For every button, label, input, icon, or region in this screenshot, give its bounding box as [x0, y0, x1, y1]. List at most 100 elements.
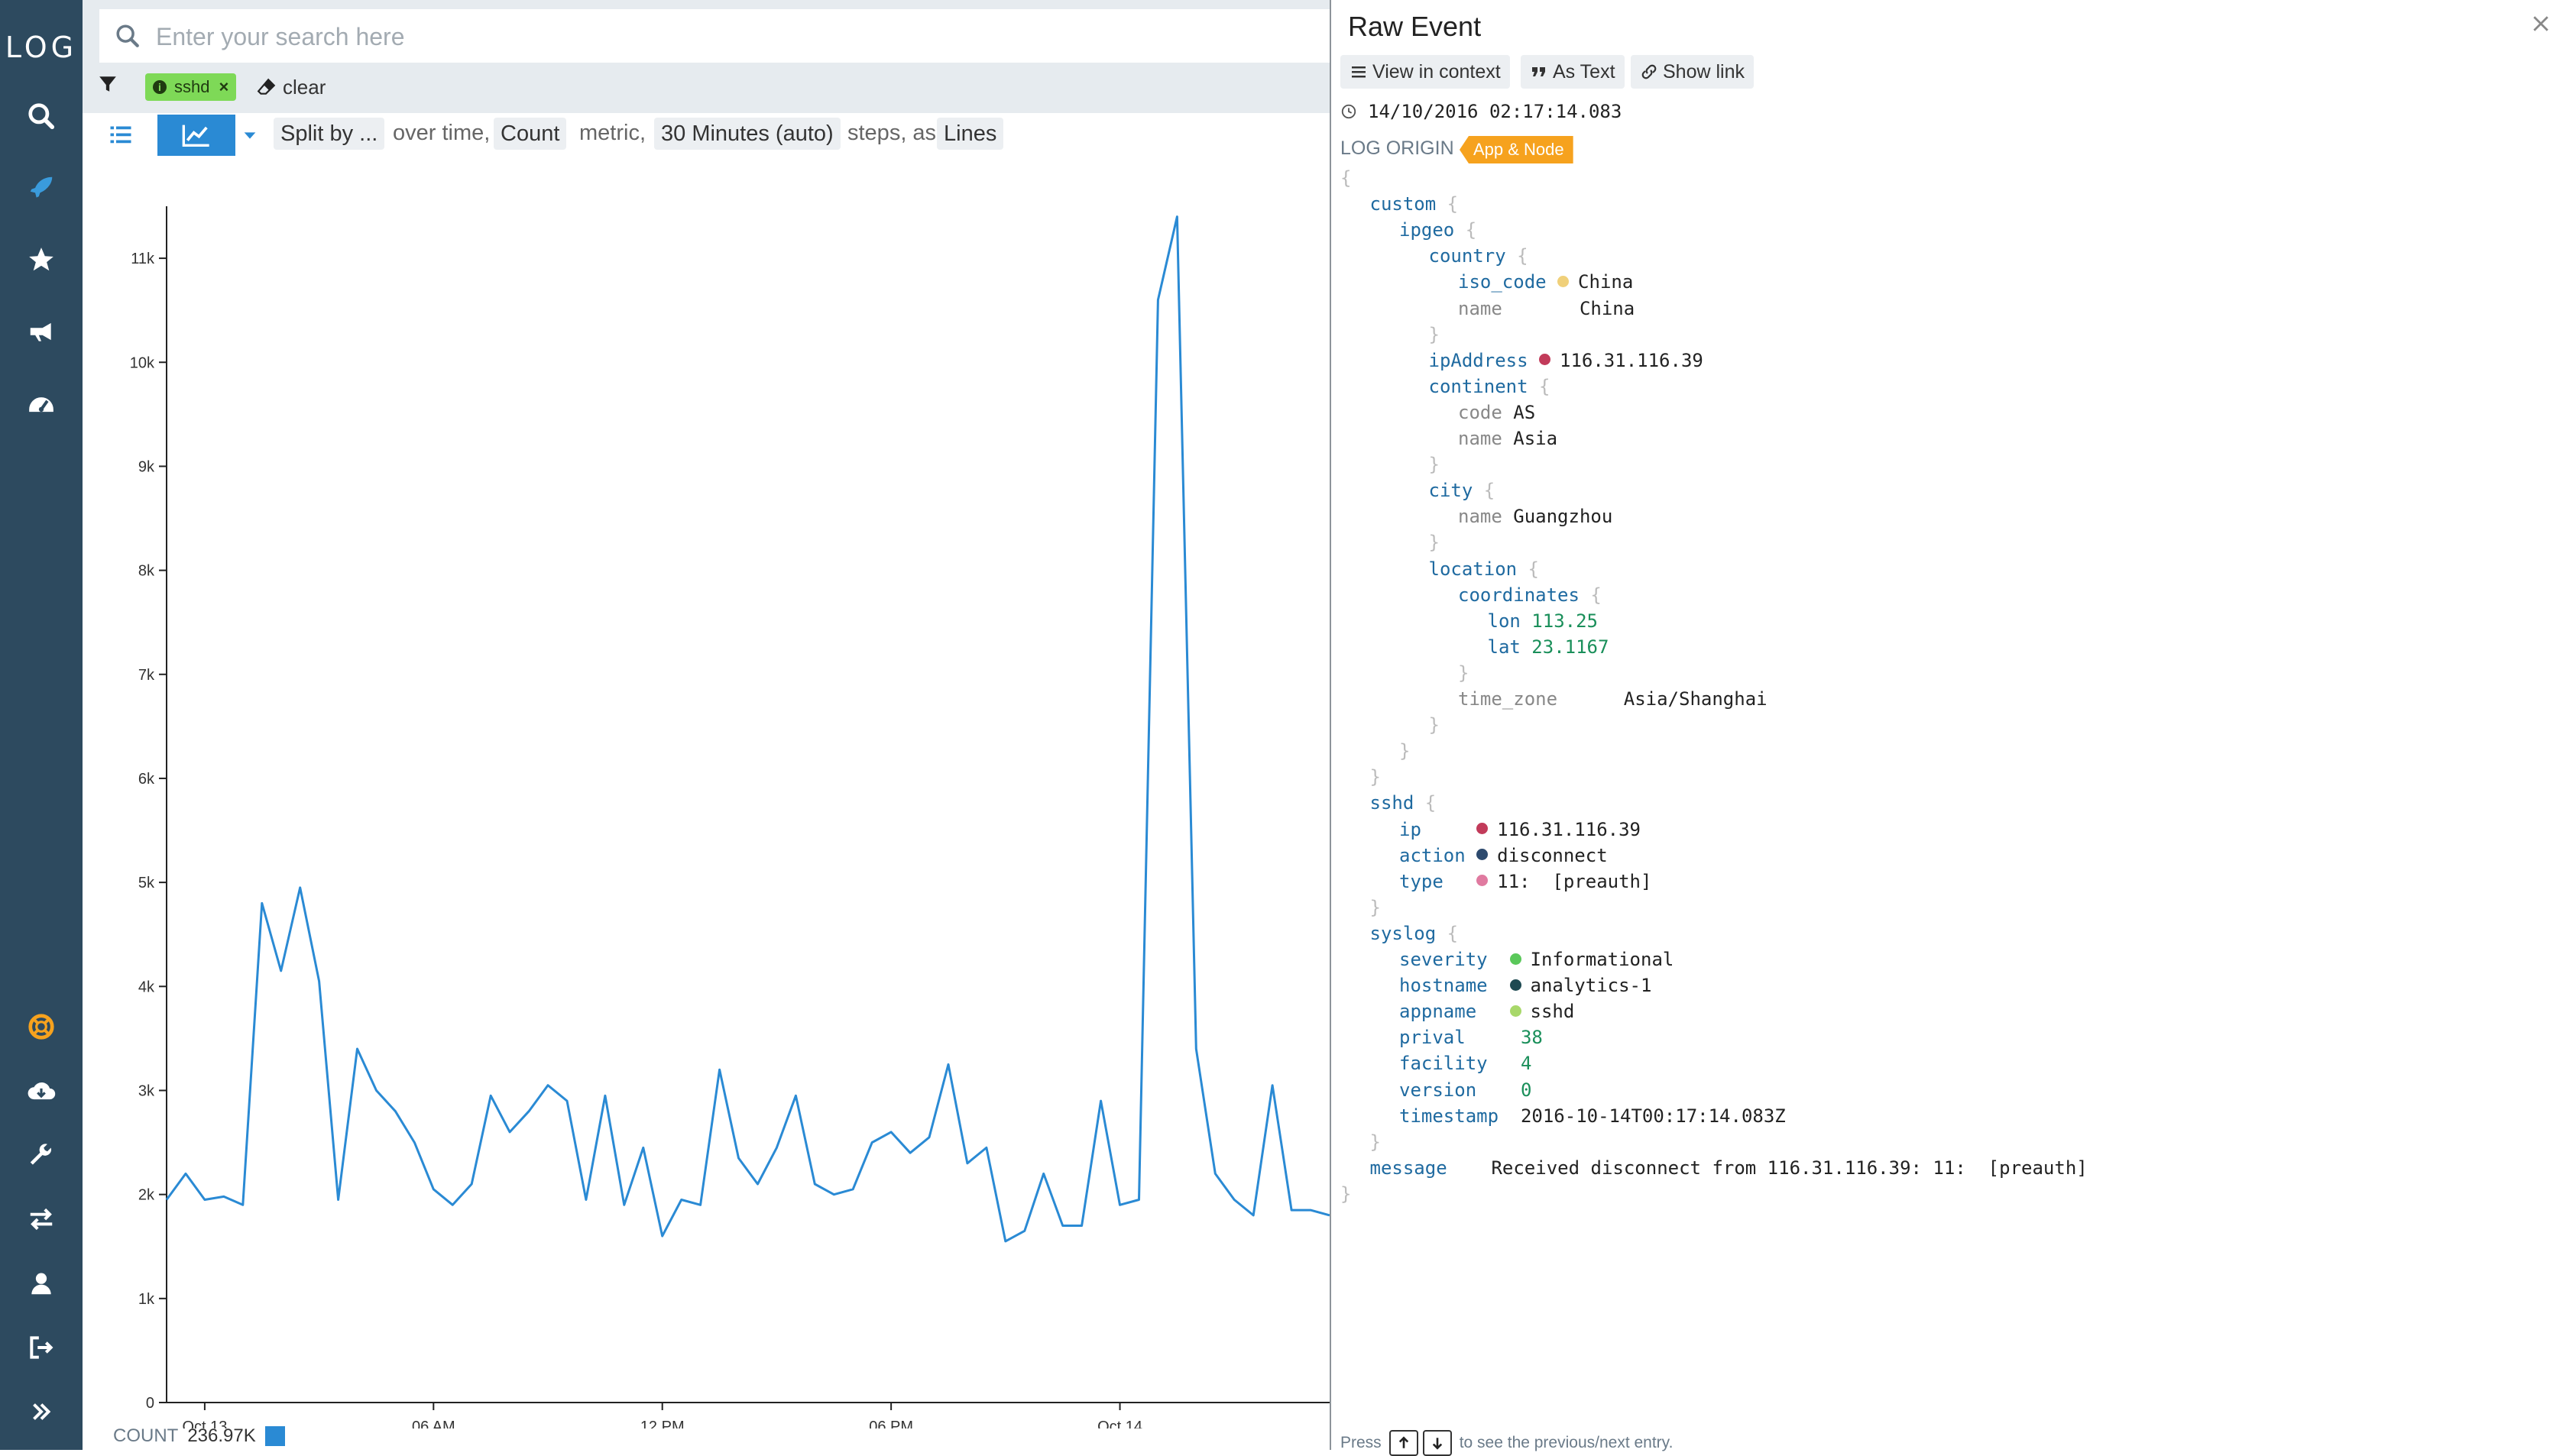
- json-field-ipaddress[interactable]: ipAddress 116.31.116.39: [1429, 348, 1703, 374]
- json-field-type[interactable]: type 11: [preauth]: [1399, 869, 1651, 895]
- json-field-code[interactable]: code AS: [1458, 400, 1535, 425]
- json-field-severity[interactable]: severity Informational: [1399, 946, 1674, 972]
- chart-view-button[interactable]: [157, 115, 235, 156]
- json-key[interactable]: city: [1429, 480, 1473, 501]
- json-key[interactable]: continent: [1429, 376, 1528, 397]
- json-field-appname[interactable]: appname sshd: [1399, 998, 1574, 1024]
- json-key[interactable]: lon: [1488, 610, 1532, 632]
- json-key[interactable]: coordinates: [1458, 584, 1580, 606]
- json-value[interactable]: 23.1167: [1531, 636, 1609, 658]
- json-value[interactable]: Received disconnect from 116.31.116.39: …: [1491, 1157, 2087, 1179]
- json-field-hostname[interactable]: hostname analytics-1: [1399, 972, 1651, 998]
- json-key[interactable]: name: [1458, 298, 1580, 319]
- json-value[interactable]: Asia/Shanghai: [1624, 688, 1768, 710]
- json-key[interactable]: hostname: [1399, 975, 1510, 996]
- json-value[interactable]: AS: [1513, 402, 1535, 423]
- search-icon[interactable]: [0, 93, 83, 139]
- user-icon[interactable]: [0, 1260, 83, 1306]
- json-value[interactable]: disconnect: [1497, 845, 1608, 866]
- json-field-timestamp[interactable]: timestamp 2016-10-14T00:17:14.083Z: [1399, 1103, 1786, 1129]
- json-field-coordinates[interactable]: coordinates {: [1458, 582, 1602, 608]
- metric-pill[interactable]: Count: [494, 118, 567, 150]
- dashboard-icon[interactable]: [0, 380, 83, 426]
- json-value[interactable]: China: [1578, 271, 1633, 293]
- json-field-ip[interactable]: ip 116.31.116.39: [1399, 817, 1641, 843]
- json-value[interactable]: sshd: [1531, 1001, 1575, 1022]
- star-icon[interactable]: [0, 237, 83, 283]
- json-field-country[interactable]: country {: [1429, 243, 1528, 269]
- json-value[interactable]: 0: [1521, 1079, 1531, 1101]
- json-value[interactable]: 38: [1521, 1027, 1543, 1048]
- json-value[interactable]: 113.25: [1531, 610, 1598, 632]
- series-swatch[interactable]: [264, 1426, 285, 1446]
- json-key[interactable]: lat: [1488, 636, 1532, 658]
- filter-icon[interactable]: [98, 73, 118, 95]
- json-key[interactable]: code: [1458, 402, 1513, 423]
- cloud-download-icon[interactable]: [0, 1068, 83, 1114]
- json-key[interactable]: message: [1370, 1157, 1492, 1179]
- json-key[interactable]: severity: [1399, 949, 1510, 970]
- json-field-time-zone[interactable]: time_zone Asia/Shanghai: [1458, 686, 1768, 712]
- clear-filters-button[interactable]: clear: [257, 73, 326, 101]
- search-box[interactable]: [99, 9, 1330, 64]
- sign-out-icon[interactable]: [0, 1325, 83, 1370]
- json-field-syslog[interactable]: syslog {: [1370, 921, 1459, 946]
- transfer-icon[interactable]: [0, 1196, 83, 1242]
- log-origin-badge[interactable]: App & Node: [1460, 136, 1573, 163]
- json-value[interactable]: 116.31.116.39: [1560, 350, 1703, 371]
- arrow-up-key[interactable]: [1388, 1430, 1418, 1456]
- json-field-facility[interactable]: facility 4: [1399, 1050, 1531, 1076]
- rocket-icon[interactable]: [0, 165, 83, 211]
- json-field-name[interactable]: name China: [1458, 296, 1635, 322]
- json-key[interactable]: iso_code: [1458, 271, 1557, 293]
- json-field-version[interactable]: version 0: [1399, 1077, 1531, 1103]
- json-key[interactable]: syslog: [1370, 923, 1437, 944]
- json-value[interactable]: Informational: [1531, 949, 1674, 970]
- json-field-ipgeo[interactable]: ipgeo {: [1399, 217, 1476, 243]
- search-input[interactable]: [154, 9, 1304, 64]
- json-key[interactable]: name: [1458, 428, 1513, 449]
- chevron-down-icon[interactable]: [241, 127, 258, 144]
- json-field-continent[interactable]: continent {: [1429, 374, 1550, 400]
- json-field-action[interactable]: action disconnect: [1399, 843, 1608, 869]
- json-value[interactable]: Guangzhou: [1513, 506, 1612, 527]
- json-value[interactable]: Asia: [1513, 428, 1557, 449]
- steps-pill[interactable]: 30 Minutes (auto): [654, 118, 841, 150]
- json-key[interactable]: version: [1399, 1079, 1521, 1101]
- list-view-icon[interactable]: [107, 121, 134, 148]
- json-key[interactable]: prival: [1399, 1027, 1521, 1048]
- remove-tag-icon[interactable]: ×: [219, 77, 228, 97]
- json-field-location[interactable]: location {: [1429, 556, 1540, 582]
- json-value[interactable]: 4: [1521, 1053, 1531, 1074]
- json-key[interactable]: location: [1429, 558, 1518, 580]
- wrench-icon[interactable]: [0, 1132, 83, 1178]
- json-field-lon[interactable]: lon 113.25: [1488, 608, 1599, 634]
- expand-icon[interactable]: [0, 1389, 83, 1435]
- json-field-prival[interactable]: prival 38: [1399, 1024, 1543, 1050]
- json-value[interactable]: analytics-1: [1531, 975, 1652, 996]
- json-field-custom[interactable]: custom {: [1370, 191, 1459, 217]
- close-icon[interactable]: [2529, 12, 2552, 35]
- show-link-button[interactable]: Show link: [1631, 55, 1754, 89]
- filter-tag-sshd[interactable]: i sshd ×: [145, 73, 237, 101]
- view-in-context-button[interactable]: View in context: [1340, 55, 1510, 89]
- display-as-pill[interactable]: Lines: [937, 118, 1004, 150]
- json-key[interactable]: time_zone: [1458, 688, 1624, 710]
- json-key[interactable]: custom: [1370, 193, 1437, 215]
- json-key[interactable]: appname: [1399, 1001, 1510, 1022]
- json-key[interactable]: facility: [1399, 1053, 1521, 1074]
- json-key[interactable]: ip: [1399, 819, 1476, 840]
- json-field-sshd[interactable]: sshd {: [1370, 790, 1437, 816]
- json-field-name[interactable]: name Guangzhou: [1458, 503, 1612, 529]
- json-key[interactable]: sshd: [1370, 792, 1414, 814]
- json-key[interactable]: ipgeo: [1399, 219, 1454, 241]
- json-field-city[interactable]: city {: [1429, 477, 1495, 503]
- megaphone-icon[interactable]: [0, 309, 83, 354]
- json-field-message[interactable]: message Received disconnect from 116.31.…: [1370, 1155, 2088, 1181]
- json-field-iso-code[interactable]: iso_code China: [1458, 269, 1633, 295]
- json-value[interactable]: China: [1580, 298, 1635, 319]
- json-value[interactable]: 11: [preauth]: [1497, 871, 1651, 892]
- arrow-down-key[interactable]: [1422, 1430, 1452, 1456]
- json-key[interactable]: country: [1429, 245, 1506, 267]
- json-key[interactable]: action: [1399, 845, 1476, 866]
